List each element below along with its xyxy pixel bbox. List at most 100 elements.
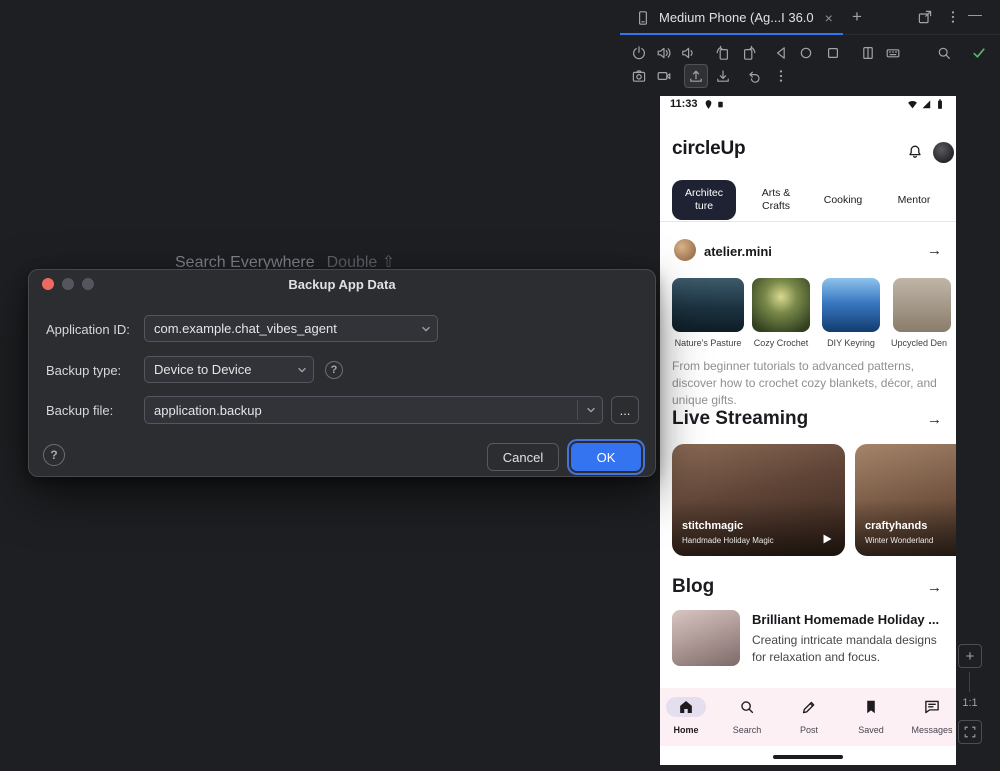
overview-icon[interactable] (824, 44, 842, 62)
wifi-icon (906, 98, 918, 110)
tab-cooking[interactable]: Cooking (812, 180, 874, 220)
fit-screen-button[interactable] (958, 720, 982, 744)
zoom-ratio-button[interactable]: 1:1 (956, 697, 984, 709)
gallery-card-diy-keyring[interactable] (822, 278, 880, 332)
backup-type-value: Device to Device (154, 362, 252, 377)
section-description: From beginner tutorials to advanced patt… (672, 358, 954, 409)
gesture-bar[interactable] (773, 755, 843, 759)
add-device-tab-button[interactable]: + (852, 7, 862, 27)
nav-item-post[interactable]: Post (783, 688, 835, 746)
creator-name: atelier.mini (704, 244, 772, 259)
zoom-icon[interactable] (935, 44, 953, 62)
application-id-dropdown[interactable]: com.example.chat_vibes_agent (144, 315, 438, 342)
power-icon[interactable] (630, 44, 648, 62)
rotate-right-icon[interactable] (740, 44, 758, 62)
running-check-icon (970, 44, 988, 62)
backup-type-dropdown[interactable]: Device to Device (144, 356, 314, 383)
ok-button[interactable]: OK (571, 443, 641, 471)
nav-label: Home (660, 725, 712, 735)
rotate-left-icon[interactable] (714, 44, 732, 62)
app-title: circleUp (672, 138, 745, 160)
tab-mentor[interactable]: Mentor (882, 180, 946, 220)
play-icon[interactable] (821, 532, 833, 544)
bookmark-icon (862, 698, 880, 716)
backup-file-label: Backup file: (46, 403, 113, 418)
dialog-help-button[interactable]: ? (43, 444, 65, 466)
bottom-navigation: Home Search Post Saved Messages (660, 688, 956, 746)
stream-subtitle: Winter Wonderland (865, 536, 933, 545)
dialog-title: Backup App Data (29, 277, 655, 292)
zoom-divider (969, 672, 970, 692)
nav-label: Search (721, 725, 773, 735)
blog-arrow-icon[interactable]: → (927, 579, 942, 596)
active-tab-indicator (620, 33, 843, 35)
nav-label: Messages (906, 725, 956, 735)
device-tab-title: Medium Phone (Ag...I 36.0 (659, 10, 814, 25)
tab-architecture[interactable]: Architec ture (672, 180, 736, 220)
gallery-caption: Cozy Crochet (748, 338, 814, 348)
location-pin-icon (702, 98, 714, 110)
android-studio-window: Search EverywhereDouble ⇧ Medium Phone (… (0, 0, 1000, 771)
toolbar-more-icon[interactable] (772, 67, 790, 85)
keyboard-icon[interactable] (884, 44, 902, 62)
close-tab-icon[interactable]: × (825, 10, 833, 26)
application-id-label: Application ID: (46, 322, 130, 337)
live-streaming-arrow-icon[interactable]: → (927, 411, 942, 428)
notification-icon (715, 99, 725, 109)
chat-bubble-icon (923, 698, 941, 716)
backup-upload-icon[interactable] (687, 67, 705, 85)
browse-file-button[interactable]: ... (611, 396, 639, 424)
blog-post-title[interactable]: Brilliant Homemade Holiday ... (752, 612, 952, 627)
creator-avatar[interactable] (674, 239, 696, 261)
nav-item-saved[interactable]: Saved (845, 688, 897, 746)
blog-title: Blog (672, 576, 714, 598)
nav-item-search[interactable]: Search (721, 688, 773, 746)
gallery-caption: Nature's Pasture (672, 338, 744, 348)
stream-name: stitchmagic (682, 520, 743, 532)
status-time: 11:33 (670, 98, 698, 110)
gallery-card-upcycled[interactable] (893, 278, 951, 332)
open-in-window-icon[interactable] (916, 8, 934, 26)
back-icon[interactable] (772, 44, 790, 62)
hide-panel-button[interactable]: — (968, 6, 982, 22)
pencil-icon (800, 698, 818, 716)
emulator-screen: 11:33 circleUp Architec ture Arts & Craf… (660, 96, 956, 765)
stream-card-stitchmagic[interactable]: stitchmagic Handmade Holiday Magic (672, 444, 845, 556)
creator-arrow-icon[interactable]: → (927, 242, 942, 259)
backup-app-data-dialog: Backup App Data Application ID: com.exam… (28, 269, 656, 477)
home-button-icon[interactable] (797, 44, 815, 62)
nav-label: Saved (845, 725, 897, 735)
reset-icon[interactable] (746, 67, 764, 85)
gallery-card-natures-pasture[interactable] (672, 278, 744, 332)
volume-down-icon[interactable] (679, 44, 697, 62)
live-streaming-title: Live Streaming (672, 408, 808, 430)
tab-arts-crafts[interactable]: Arts & Crafts (744, 180, 808, 220)
bell-icon[interactable] (906, 143, 924, 161)
backup-file-value: application.backup (154, 403, 262, 418)
device-tab[interactable]: Medium Phone (Ag...I 36.0 × (620, 0, 843, 35)
nav-item-home[interactable]: Home (660, 688, 712, 746)
stream-subtitle: Handmade Holiday Magic (682, 536, 774, 545)
restore-download-icon[interactable] (714, 67, 732, 85)
nav-item-messages[interactable]: Messages (906, 688, 956, 746)
blog-post-image[interactable] (672, 610, 740, 666)
backup-file-combobox[interactable]: application.backup (144, 396, 603, 424)
home-icon (677, 698, 695, 716)
blog-post-excerpt: Creating intricate mandala designs for r… (752, 632, 940, 666)
backup-type-label: Backup type: (46, 363, 121, 378)
stream-card-craftyhands[interactable]: craftyhands Winter Wonderland (855, 444, 956, 556)
gallery-caption: Upcycled Den (891, 338, 955, 348)
cancel-button[interactable]: Cancel (487, 443, 559, 471)
panel-more-options-icon[interactable] (944, 8, 962, 26)
screenshot-camera-icon[interactable] (630, 67, 648, 85)
screen-record-icon[interactable] (655, 67, 673, 85)
gallery-card-cozy-crochet[interactable] (752, 278, 810, 332)
volume-up-icon[interactable] (655, 44, 673, 62)
nav-label: Post (783, 725, 835, 735)
chevron-down-icon (296, 364, 308, 376)
fold-icon[interactable] (859, 44, 877, 62)
zoom-in-button[interactable]: + (958, 644, 982, 668)
profile-avatar[interactable] (933, 142, 954, 163)
backup-type-help-icon[interactable]: ? (325, 361, 343, 379)
stream-name: craftyhands (865, 520, 927, 532)
